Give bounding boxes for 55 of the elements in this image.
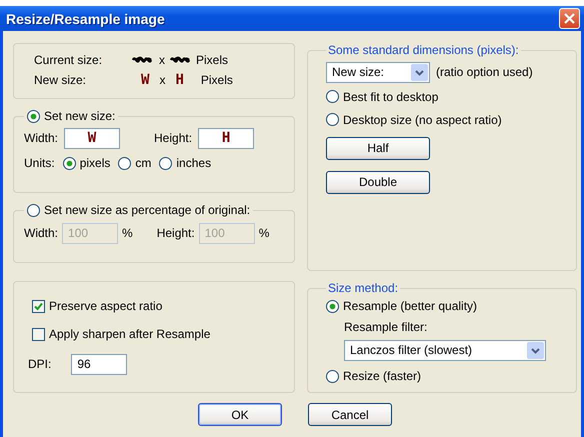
radio-label: Set new size as percentage of original: <box>44 203 250 217</box>
current-size-label: Current size: <box>34 53 104 67</box>
dialog-button[interactable]: OK <box>198 403 282 426</box>
checkbox[interactable] <box>32 328 45 340</box>
height-label: Height: <box>154 131 192 145</box>
radio-button[interactable] <box>118 156 132 170</box>
filter-dropdown[interactable]: Lanczos filter (slowest) <box>344 340 546 360</box>
size-button[interactable]: Double <box>326 170 430 194</box>
times-sign: x <box>159 53 165 67</box>
radio-button[interactable] <box>326 90 339 103</box>
unit-label: Pixels <box>200 73 233 87</box>
radio-button[interactable] <box>326 300 339 312</box>
checkbox-label: Apply sharpen after Resample <box>49 327 210 341</box>
radio-label: Best fit to desktop <box>343 90 438 104</box>
close-button[interactable] <box>559 8 580 29</box>
radio-button[interactable] <box>159 156 172 170</box>
radio-label: Desktop size (no aspect ratio) <box>343 112 502 126</box>
radio-label: Resample (better quality) <box>343 299 478 313</box>
checkbox[interactable] <box>32 300 45 312</box>
scribble-icon <box>132 55 154 65</box>
percent-sign: % <box>258 226 270 240</box>
height-value: H <box>175 72 184 88</box>
width-label: Width: <box>24 226 58 240</box>
close-icon <box>564 13 575 24</box>
dropdown-note: (ratio option used) <box>436 65 533 79</box>
radio-label: Set new size: <box>44 109 116 123</box>
radio-label: inches <box>176 156 212 170</box>
checkbox-label: Preserve aspect ratio <box>49 299 162 313</box>
height-field[interactable]: H <box>198 128 254 148</box>
size-button[interactable]: Half <box>326 136 430 160</box>
percent-sign: % <box>122 226 133 240</box>
group-title: Some standard dimensions (pixels): <box>327 43 520 57</box>
radio-button[interactable] <box>326 113 339 126</box>
radio-button[interactable] <box>326 370 339 382</box>
radio-label: cm <box>135 156 152 170</box>
new-size-label: New size: <box>34 73 88 87</box>
filter-label: Resample filter: <box>344 320 428 334</box>
times-sign: x <box>159 73 166 87</box>
width-value: W <box>141 72 150 88</box>
radio-label: Resize (faster) <box>343 369 422 383</box>
dialog-button[interactable]: Cancel <box>308 403 392 426</box>
radio-label: pixels <box>80 156 110 170</box>
radio-button[interactable] <box>62 156 76 170</box>
height-label: Height: <box>156 226 195 240</box>
width-field[interactable]: W <box>64 128 120 148</box>
unit-label: Pixels <box>196 53 228 67</box>
dpi-label: DPI: <box>28 357 52 371</box>
scribble-icon <box>170 55 192 65</box>
size-dropdown[interactable]: New size: <box>326 62 430 82</box>
width-label: Width: <box>24 131 58 145</box>
units-label: Units: <box>24 156 55 170</box>
dpi-field[interactable]: 96 <box>71 354 128 374</box>
radio-button[interactable] <box>27 110 40 122</box>
group-title: Size method: <box>327 281 400 295</box>
window-title: Resize/Resample image <box>6 10 165 26</box>
